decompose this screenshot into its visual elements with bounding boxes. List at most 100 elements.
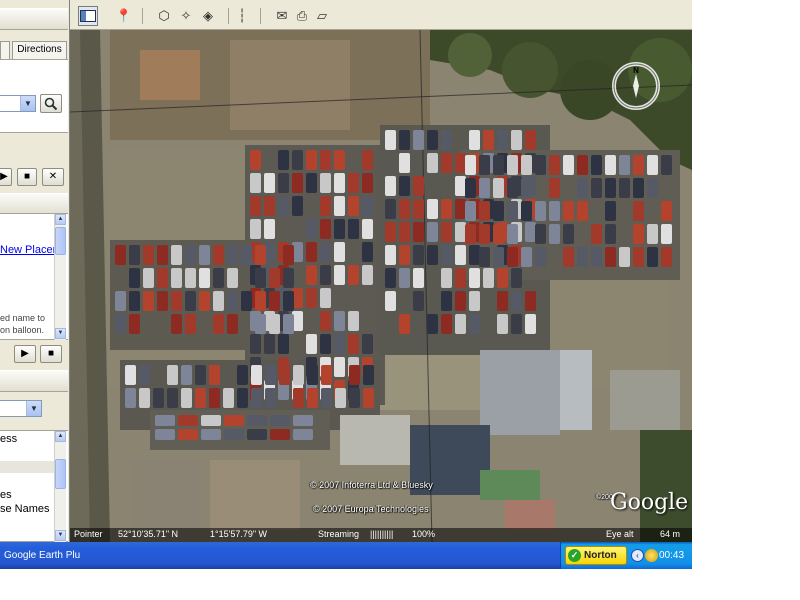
scroll-down-icon[interactable]: ▼ [55, 328, 66, 339]
car [349, 388, 360, 408]
car [455, 291, 466, 311]
car [321, 365, 332, 385]
path-icon[interactable]: ✧ [176, 6, 196, 26]
tray-app-icon[interactable] [645, 549, 658, 562]
chevron-down-icon[interactable]: ▼ [20, 96, 35, 111]
tab-directions[interactable]: Directions [12, 41, 67, 59]
car [493, 155, 504, 175]
layer-item[interactable]: se Names [0, 503, 54, 515]
scroll-up-icon[interactable]: ▲ [55, 214, 66, 225]
scroll-up-icon[interactable]: ▲ [55, 431, 66, 442]
search-panel-header[interactable] [0, 8, 68, 30]
car [251, 388, 262, 408]
print-icon[interactable]: ⎙ [292, 6, 312, 26]
google-logo: Google [610, 490, 689, 515]
car [143, 268, 154, 288]
car [185, 268, 196, 288]
car [661, 155, 672, 175]
car [455, 245, 466, 265]
car [247, 415, 267, 426]
placemark-icon[interactable]: 📍 [114, 6, 134, 26]
car [413, 176, 424, 196]
car [224, 429, 244, 440]
tab-fly-to[interactable] [0, 41, 10, 59]
car [399, 130, 410, 150]
sidebar-icon[interactable] [78, 6, 98, 26]
chevron-down-icon[interactable]: ▼ [26, 401, 41, 416]
car [320, 242, 331, 262]
car [469, 245, 480, 265]
car [483, 268, 494, 288]
norton-button[interactable]: ✓ Norton [565, 546, 627, 565]
new-placemark-link[interactable]: New Placem [0, 244, 54, 256]
taskbar-google-earth-label: Google Earth Plus [4, 550, 80, 561]
scroll-down-icon[interactable]: ▼ [55, 530, 66, 541]
car [264, 334, 275, 354]
car [293, 415, 313, 426]
scroll-thumb[interactable] [55, 227, 66, 255]
layer-item[interactable]: es [0, 489, 54, 501]
car [497, 268, 508, 288]
car [292, 196, 303, 216]
taskbar-google-earth[interactable]: Google Earth Plus [0, 544, 80, 567]
car [334, 219, 345, 239]
car [413, 222, 424, 242]
play-tour-button[interactable]: ▶ [0, 168, 12, 186]
streaming-percent: 100% [412, 529, 436, 539]
car [497, 314, 508, 334]
compass-icon: N [612, 62, 660, 110]
car [563, 155, 574, 175]
layers-panel-header[interactable] [0, 370, 68, 392]
stop-icon: ■ [47, 348, 55, 359]
polygon-icon[interactable]: ⬡ [154, 6, 174, 26]
car [227, 268, 238, 288]
image-overlay-icon[interactable]: ◈ [198, 6, 218, 26]
car [385, 245, 396, 265]
ruler-icon[interactable]: ┆ [234, 6, 250, 26]
map-viewport[interactable]: N © 2007 Infoterra Ltd & Bluesky © 2007 … [70, 30, 692, 542]
car [237, 388, 248, 408]
search-button[interactable] [40, 94, 62, 113]
email-icon[interactable]: ✉ [272, 6, 292, 26]
compass-control[interactable]: N [610, 60, 662, 112]
car [577, 178, 588, 198]
copyright-europa: © 2007 Europa Technologies [313, 504, 429, 514]
car [399, 176, 410, 196]
car [348, 196, 359, 216]
places-play-button[interactable]: ▶ [14, 345, 36, 363]
streaming-label: Streaming [318, 529, 360, 539]
search-input[interactable]: ▼ [0, 95, 36, 112]
car [320, 334, 331, 354]
car [306, 265, 317, 285]
car [427, 245, 438, 265]
scroll-thumb[interactable] [55, 459, 66, 489]
car [278, 196, 289, 216]
car [535, 247, 546, 267]
layer-item[interactable]: ess [0, 433, 54, 445]
car [399, 199, 410, 219]
car [250, 219, 261, 239]
tab-directions-label: Directions [17, 44, 62, 55]
places-panel-header[interactable] [0, 193, 68, 215]
car [306, 173, 317, 193]
map-status-bar: Pointer 52°10'35.71" N 1°15'57.79" W Str… [70, 528, 692, 542]
stop-tour-button[interactable]: ■ [17, 168, 37, 186]
car [535, 201, 546, 221]
maps-icon[interactable]: ▱ [312, 6, 332, 26]
car [465, 201, 476, 221]
tray-expand-icon[interactable]: ‹ [631, 549, 644, 562]
car [633, 178, 644, 198]
car [143, 245, 154, 265]
car [224, 415, 244, 426]
layers-scrollbar[interactable]: ▲ ▼ [54, 431, 66, 542]
layers-view-select[interactable]: ▼ [0, 400, 42, 417]
pointer-latitude: 52°10'35.71" N [118, 529, 179, 539]
car [605, 224, 616, 244]
car [362, 334, 373, 354]
car [223, 388, 234, 408]
car [525, 314, 536, 334]
search-pane: ▼ [0, 59, 68, 133]
clear-search-button[interactable]: ✕ [42, 168, 64, 186]
places-stop-button[interactable]: ■ [40, 345, 62, 363]
places-scrollbar[interactable]: ▲ ▼ [54, 214, 66, 340]
